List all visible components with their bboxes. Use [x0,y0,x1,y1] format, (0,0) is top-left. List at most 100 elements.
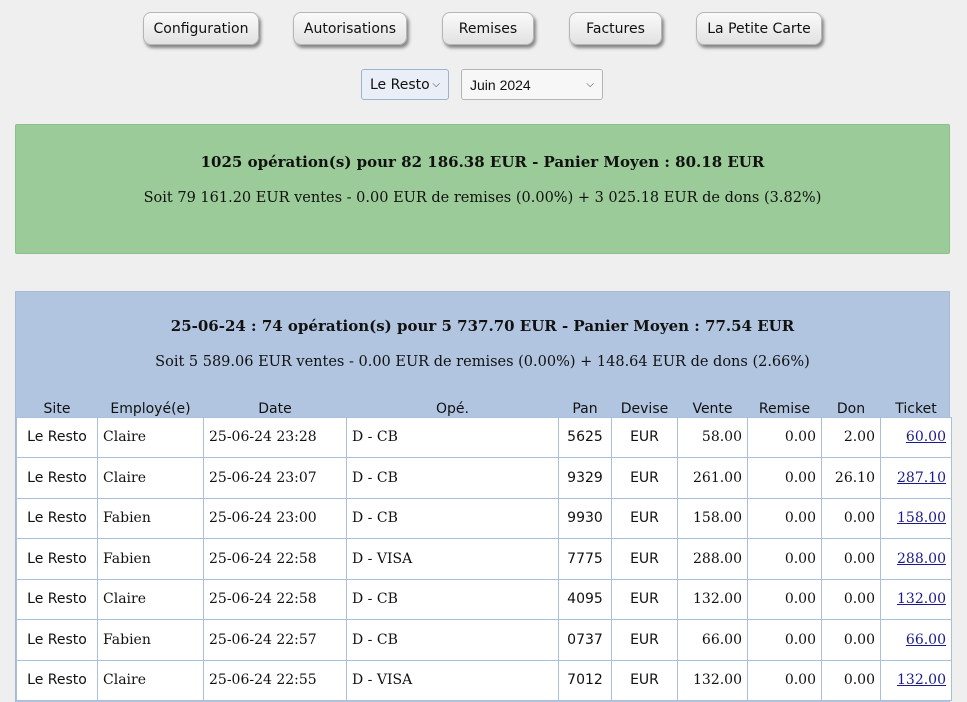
cell-operation: D - VISA [346,659,559,701]
column-header-currency: Devise [620,400,669,417]
cell-sale: 132.00 [677,659,748,701]
column-header-pan: Pan [572,400,598,417]
cell-employee: Fabien [97,538,204,580]
cell-operation: D - CB [346,457,559,499]
cell-employee: Claire [97,659,204,701]
ticket-link[interactable]: 60.00 [906,429,946,445]
cell-donation: 2.00 [821,416,881,458]
month-select-value: Juin 2024 [470,76,531,93]
cell-currency: EUR [611,497,678,539]
cell-pan: 9329 [558,457,612,499]
site-select[interactable]: Le Resto ⌵ [361,69,449,100]
table-header-row: Site Employé(e) Date Opé. Pan Devise Ven… [17,395,952,417]
cell-employee: Fabien [97,619,204,661]
cell-currency: EUR [611,538,678,580]
cell-operation: D - CB [346,619,559,661]
cell-donation: 0.00 [821,538,881,580]
month-summary-breakdown: Soit 79 161.20 EUR ventes - 0.00 EUR de … [143,190,822,206]
cell-date: 25-06-24 22:57 [203,619,347,661]
cell-date: 25-06-24 22:58 [203,538,347,580]
cell-ticket: 287.10 [880,457,952,499]
cell-discount: 0.00 [747,659,822,701]
operations-table: Site Employé(e) Date Opé. Pan Devise Ven… [16,395,952,701]
month-summary-panel: 1025 opération(s) pour 82 186.38 EUR - P… [15,124,950,254]
cell-date: 25-06-24 22:58 [203,578,347,620]
cell-pan: 5625 [558,416,612,458]
top-nav: Configuration Autorisations Remises Fact… [0,12,967,48]
cell-discount: 0.00 [747,538,822,580]
ticket-link[interactable]: 288.00 [897,551,946,567]
cell-pan: 7012 [558,659,612,701]
cell-operation: D - CB [346,578,559,620]
table-row: Le Resto Fabien 25-06-24 22:58 D - VISA … [16,538,952,580]
cell-ticket: 60.00 [880,416,952,458]
column-header-date: Date [258,400,292,417]
cell-donation: 26.10 [821,457,881,499]
cell-pan: 7775 [558,538,612,580]
month-summary-totals: 1025 opération(s) pour 82 186.38 EUR - P… [200,153,765,171]
cell-discount: 0.00 [747,497,822,539]
remises-button[interactable]: Remises [442,12,534,45]
column-header-sale: Vente [692,400,733,417]
table-row: Le Resto Claire 25-06-24 23:28 D - CB 56… [16,416,952,458]
ticket-link[interactable]: 132.00 [897,591,946,607]
chevron-down-icon: ⌵ [586,79,594,90]
day-panel: 25-06-24 : 74 opération(s) pour 5 737.70… [15,291,952,702]
table-row: Le Resto Claire 25-06-24 22:55 D - VISA … [16,659,952,701]
column-header-donation: Don [836,400,866,417]
ticket-link[interactable]: 132.00 [897,672,946,688]
ticket-link[interactable]: 287.10 [897,470,946,486]
cell-ticket: 132.00 [880,578,952,620]
cell-site: Le Resto [16,619,98,661]
cell-pan: 4095 [558,578,612,620]
ticket-link[interactable]: 66.00 [906,632,946,648]
configuration-button[interactable]: Configuration [143,12,259,45]
cell-donation: 0.00 [821,619,881,661]
cell-date: 25-06-24 23:07 [203,457,347,499]
cell-site: Le Resto [16,497,98,539]
column-header-ticket: Ticket [895,400,937,417]
cell-ticket: 288.00 [880,538,952,580]
cell-site: Le Resto [16,457,98,499]
cell-discount: 0.00 [747,416,822,458]
cell-sale: 58.00 [677,416,748,458]
cell-site: Le Resto [16,659,98,701]
month-select[interactable]: Juin 2024 ⌵ [461,69,603,100]
cell-pan: 0737 [558,619,612,661]
cell-currency: EUR [611,578,678,620]
la-petite-carte-button[interactable]: La Petite Carte [696,12,822,45]
factures-button[interactable]: Factures [569,12,662,45]
table-row: Le Resto Claire 25-06-24 23:07 D - CB 93… [16,457,952,499]
column-header-site: Site [43,400,71,417]
day-summary-breakdown: Soit 5 589.06 EUR ventes - 0.00 EUR de r… [155,354,810,370]
cell-date: 25-06-24 23:28 [203,416,347,458]
column-header-operation: Opé. [436,400,469,417]
cell-sale: 66.00 [677,619,748,661]
cell-currency: EUR [611,457,678,499]
cell-date: 25-06-24 23:00 [203,497,347,539]
cell-discount: 0.00 [747,578,822,620]
ticket-link[interactable]: 158.00 [897,510,946,526]
cell-sale: 288.00 [677,538,748,580]
cell-operation: D - CB [346,497,559,539]
cell-operation: D - CB [346,416,559,458]
cell-ticket: 66.00 [880,619,952,661]
cell-site: Le Resto [16,416,98,458]
table-row: Le Resto Fabien 25-06-24 22:57 D - CB 07… [16,619,952,661]
cell-employee: Claire [97,457,204,499]
table-row: Le Resto Claire 25-06-24 22:58 D - CB 40… [16,578,952,620]
cell-sale: 261.00 [677,457,748,499]
cell-discount: 0.00 [747,457,822,499]
cell-employee: Fabien [97,497,204,539]
cell-donation: 0.00 [821,659,881,701]
cell-discount: 0.00 [747,619,822,661]
cell-site: Le Resto [16,538,98,580]
chevron-down-icon: ⌵ [432,79,440,90]
day-summary-totals: 25-06-24 : 74 opération(s) pour 5 737.70… [170,317,795,335]
site-select-value: Le Resto [370,76,430,93]
cell-ticket: 158.00 [880,497,952,539]
cell-currency: EUR [611,659,678,701]
cell-employee: Claire [97,578,204,620]
autorisations-button[interactable]: Autorisations [293,12,407,45]
cell-operation: D - VISA [346,538,559,580]
